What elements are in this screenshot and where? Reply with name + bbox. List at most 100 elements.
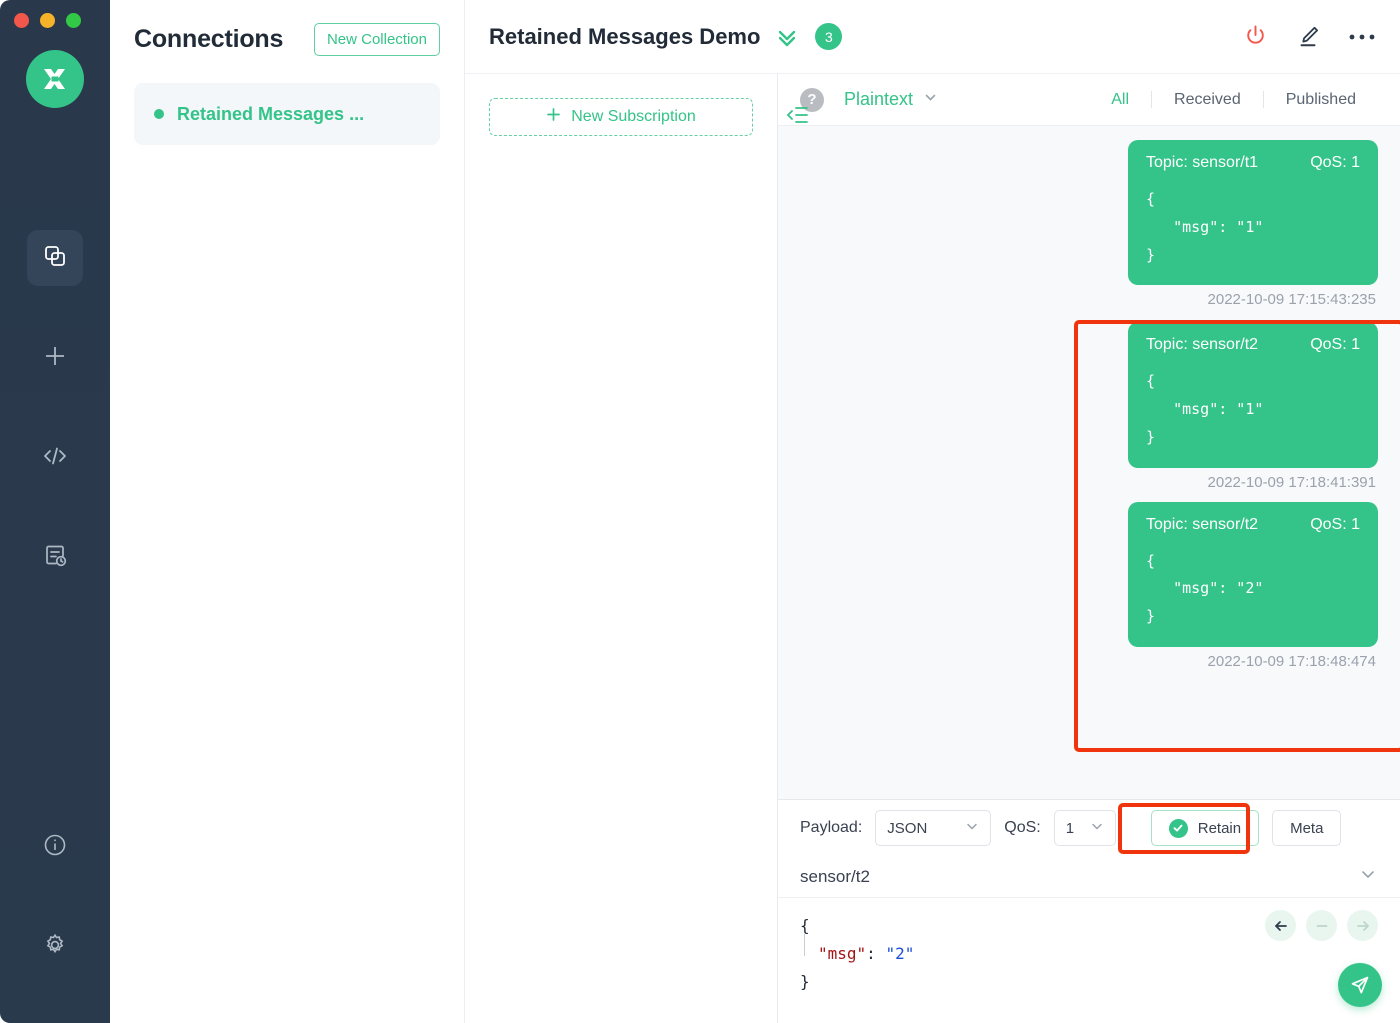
sidebar-item-new-connection[interactable] bbox=[27, 330, 83, 386]
sidebar-item-connections[interactable] bbox=[27, 230, 83, 286]
chevron-down-icon bbox=[1090, 819, 1104, 837]
chevron-down-icon bbox=[965, 819, 979, 837]
tab-received[interactable]: Received bbox=[1152, 91, 1263, 109]
chevron-double-down-icon[interactable] bbox=[775, 25, 799, 49]
payload-type-select[interactable]: JSON bbox=[875, 810, 991, 846]
message-filter-tabs: All Received Published bbox=[1089, 91, 1378, 109]
sidebar-item-log[interactable] bbox=[27, 530, 83, 586]
activity-bar bbox=[0, 0, 110, 1023]
mqttx-logo-icon bbox=[26, 50, 84, 108]
message-timestamp: 2022-10-09 17:15:43:235 bbox=[1208, 291, 1378, 308]
retain-label: Retain bbox=[1198, 820, 1241, 837]
retain-toggle[interactable]: Retain bbox=[1151, 810, 1259, 846]
send-paper-plane-icon[interactable] bbox=[1338, 963, 1382, 1007]
message-list[interactable]: Topic: sensor/t1 QoS: 1 { "msg": "1" } 2… bbox=[778, 126, 1400, 799]
message-item: Topic: sensor/t2 QoS: 1 { "msg": "2" } 2… bbox=[800, 502, 1378, 670]
window-traffic-lights bbox=[14, 13, 81, 28]
publish-topic-value: sensor/t2 bbox=[800, 867, 870, 887]
minus-icon bbox=[1306, 910, 1337, 941]
chevron-down-icon[interactable] bbox=[1358, 864, 1378, 889]
minimize-window-button[interactable] bbox=[40, 13, 55, 28]
new-subscription-button[interactable]: New Subscription bbox=[489, 98, 753, 136]
pencil-icon[interactable] bbox=[1295, 23, 1322, 50]
message-qos: QoS: 1 bbox=[1310, 336, 1360, 354]
close-window-button[interactable] bbox=[14, 13, 29, 28]
body-split: New Subscription ? Plaintext bbox=[465, 74, 1400, 1023]
publish-panel: Payload: JSON QoS: 1 bbox=[778, 799, 1400, 1023]
maximize-window-button[interactable] bbox=[66, 13, 81, 28]
message-item: Topic: sensor/t2 QoS: 1 { "msg": "1" } 2… bbox=[800, 322, 1378, 490]
message-meta: Topic: sensor/t1 QoS: 1 bbox=[1146, 154, 1360, 172]
message-topic: Topic: sensor/t2 bbox=[1146, 336, 1258, 354]
copy-stack-icon bbox=[42, 243, 68, 274]
connections-header: Connections New Collection bbox=[134, 0, 440, 78]
editor-key: "msg" bbox=[818, 944, 866, 963]
editor-line-2: "msg": "2" bbox=[800, 940, 1378, 968]
publish-topic-row[interactable]: sensor/t2 bbox=[778, 856, 1400, 898]
editor-open-brace: { bbox=[800, 916, 810, 935]
new-collection-button[interactable]: New Collection bbox=[314, 23, 440, 56]
page-title: Connections bbox=[134, 25, 283, 54]
publish-payload-editor[interactable]: { "msg": "2" } bbox=[778, 898, 1400, 1023]
sidebar-item-scripts[interactable] bbox=[27, 430, 83, 486]
tab-all[interactable]: All bbox=[1089, 91, 1151, 109]
editor-colon: : bbox=[866, 944, 885, 963]
message-bubble[interactable]: Topic: sensor/t2 QoS: 1 { "msg": "1" } bbox=[1128, 322, 1378, 467]
message-meta: Topic: sensor/t2 QoS: 1 bbox=[1146, 516, 1360, 534]
editor-line-3: } bbox=[800, 968, 1378, 996]
sidebar-item-settings[interactable] bbox=[27, 919, 83, 975]
header-actions bbox=[1242, 23, 1376, 50]
messages-toolbar: ? Plaintext All Received bbox=[778, 74, 1400, 126]
qos-select[interactable]: 1 bbox=[1054, 810, 1116, 846]
power-icon[interactable] bbox=[1242, 23, 1269, 50]
app-window: Connections New Collection Retained Mess… bbox=[0, 0, 1400, 1023]
plus-icon bbox=[546, 107, 561, 127]
editor-value: "2" bbox=[885, 944, 914, 963]
code-icon bbox=[41, 442, 69, 475]
message-qos: QoS: 1 bbox=[1310, 154, 1360, 172]
chevron-down-icon bbox=[923, 89, 938, 110]
arrow-right-icon bbox=[1347, 910, 1378, 941]
payload-format-select[interactable]: Plaintext bbox=[844, 89, 938, 110]
ellipsis-icon[interactable] bbox=[1348, 32, 1376, 42]
new-subscription-label: New Subscription bbox=[571, 108, 696, 126]
tab-published[interactable]: Published bbox=[1264, 91, 1378, 109]
message-qos: QoS: 1 bbox=[1310, 516, 1360, 534]
sidebar-item-about[interactable] bbox=[27, 819, 83, 875]
message-topic: Topic: sensor/t2 bbox=[1146, 516, 1258, 534]
connection-list-item[interactable]: Retained Messages ... bbox=[134, 83, 440, 145]
log-clock-icon bbox=[42, 543, 68, 574]
connection-name: Retained Messages ... bbox=[177, 104, 364, 125]
arrow-left-icon[interactable] bbox=[1265, 910, 1296, 941]
message-payload: { "msg": "2" } bbox=[1146, 548, 1360, 631]
activity-bar-items bbox=[27, 230, 83, 586]
connections-panel: Connections New Collection Retained Mess… bbox=[110, 0, 465, 1023]
plus-icon bbox=[42, 343, 68, 374]
activity-bar-bottom-items bbox=[0, 819, 110, 975]
editor-close-brace: } bbox=[800, 972, 810, 991]
connection-header: Retained Messages Demo 3 bbox=[465, 0, 1400, 74]
indent-guide bbox=[804, 934, 805, 956]
message-payload: { "msg": "1" } bbox=[1146, 368, 1360, 451]
publish-options-row: Payload: JSON QoS: 1 bbox=[778, 800, 1400, 856]
message-meta: Topic: sensor/t2 QoS: 1 bbox=[1146, 336, 1360, 354]
messages-panel: ? Plaintext All Received bbox=[778, 74, 1400, 1023]
message-timestamp: 2022-10-09 17:18:48:474 bbox=[1208, 653, 1378, 670]
message-bubble[interactable]: Topic: sensor/t2 QoS: 1 { "msg": "2" } bbox=[1128, 502, 1378, 647]
message-count-badge: 3 bbox=[815, 23, 842, 50]
qos-value: 1 bbox=[1066, 820, 1074, 837]
message-timestamp: 2022-10-09 17:18:41:391 bbox=[1208, 474, 1378, 491]
info-icon bbox=[42, 832, 68, 863]
editor-nav-buttons bbox=[1265, 910, 1378, 941]
meta-button[interactable]: Meta bbox=[1272, 810, 1341, 846]
payload-label: Payload: bbox=[800, 819, 862, 837]
payload-type-value: JSON bbox=[887, 820, 927, 837]
qos-label: QoS: bbox=[1004, 819, 1040, 837]
check-circle-icon bbox=[1169, 819, 1188, 838]
message-bubble[interactable]: Topic: sensor/t1 QoS: 1 { "msg": "1" } bbox=[1128, 140, 1378, 285]
message-topic: Topic: sensor/t1 bbox=[1146, 154, 1258, 172]
subscriptions-panel: New Subscription bbox=[465, 74, 778, 1023]
connection-status-dot bbox=[154, 109, 164, 119]
message-payload: { "msg": "1" } bbox=[1146, 186, 1360, 269]
main-panel: Retained Messages Demo 3 bbox=[465, 0, 1400, 1023]
